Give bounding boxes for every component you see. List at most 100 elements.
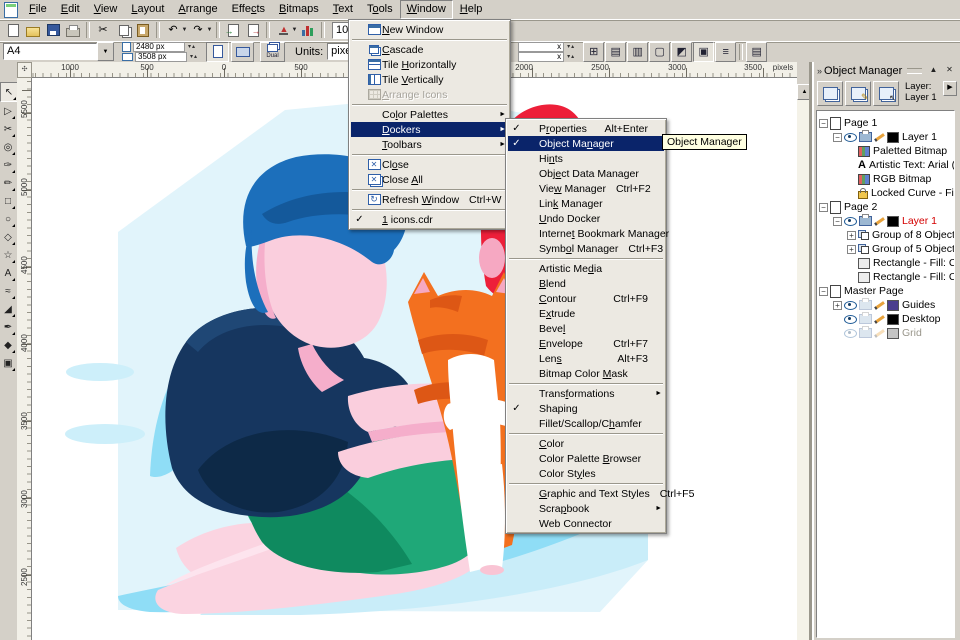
tree-toggle[interactable]: −: [833, 133, 842, 142]
dockers-item-scrapbook[interactable]: Scrapbook►: [508, 501, 664, 516]
window-menu-item-1-icons-cdr[interactable]: ✓1 icons.cdr: [351, 212, 508, 227]
outline-tool[interactable]: ✒: [0, 318, 16, 336]
pencil-icon[interactable]: [874, 301, 885, 310]
snap-option-button-0[interactable]: ⊞: [583, 42, 604, 62]
tree-row[interactable]: −Page 1: [817, 116, 954, 130]
window-menu-item-close[interactable]: Close: [351, 157, 508, 172]
dockers-item-web-connector[interactable]: Web Connector: [508, 516, 664, 531]
dockers-item-link-manager[interactable]: Link Manager: [508, 196, 664, 211]
tree-toggle[interactable]: +: [833, 301, 842, 310]
treat-as-filled-button[interactable]: ▤: [746, 42, 767, 62]
window-menu-item-toolbars[interactable]: Toolbars►: [351, 137, 508, 152]
landscape-button[interactable]: [231, 42, 254, 62]
print-icon[interactable]: [859, 328, 872, 338]
tree-row[interactable]: +Group of 8 Objects: [817, 228, 954, 242]
paper-type-dropdown-icon[interactable]: ▼: [97, 42, 114, 61]
dockers-item-graphic-and-text-styles[interactable]: Graphic and Text StylesCtrl+F5: [508, 486, 664, 501]
dockers-item-transformations[interactable]: Transformations►: [508, 386, 664, 401]
menubar-item-layout[interactable]: Layout: [124, 0, 171, 19]
canvas-vertical-scrollbar[interactable]: ▲: [797, 62, 812, 640]
snap-option-button-4[interactable]: ◩: [671, 42, 692, 62]
tree-row[interactable]: AArtistic Text: Arial (N: [817, 158, 954, 172]
snap-option-button-6[interactable]: ≡: [715, 42, 736, 62]
save-button[interactable]: [43, 21, 63, 40]
window-menu-item-color-palettes[interactable]: Color Palettes►: [351, 107, 508, 122]
tree-row[interactable]: Paletted Bitmap: [817, 144, 954, 158]
eye-icon[interactable]: [844, 133, 857, 142]
window-menu-item-arrange-icons[interactable]: Arrange Icons: [351, 87, 508, 102]
tree-toggle[interactable]: −: [819, 203, 828, 212]
menubar-item-arrange[interactable]: Arrange: [171, 0, 224, 19]
print-icon[interactable]: [859, 132, 872, 142]
freehand-tool[interactable]: ✑: [0, 156, 16, 174]
snap-option-button-5[interactable]: ▣: [693, 42, 714, 62]
menubar-item-effects[interactable]: Effects: [225, 0, 272, 19]
dockers-item-internet-bookmark-manager[interactable]: Internet Bookmark Manager: [508, 226, 664, 241]
export-button[interactable]: [243, 21, 263, 40]
window-menu-item-tile-horizontally[interactable]: Tile Horizontally: [351, 57, 508, 72]
window-menu-item-refresh-window[interactable]: Refresh WindowCtrl+W: [351, 192, 508, 207]
duplicate-distance-spinner[interactable]: ▾▴: [567, 53, 575, 60]
undo-button[interactable]: ↶: [163, 21, 183, 40]
dockers-item-shaping[interactable]: ✓Shaping: [508, 401, 664, 416]
menubar-item-view[interactable]: View: [87, 0, 125, 19]
portrait-button[interactable]: [206, 42, 229, 62]
pencil-icon[interactable]: [874, 329, 885, 338]
snap-option-button-2[interactable]: ▥: [627, 42, 648, 62]
ruler-origin-button[interactable]: ✣: [17, 62, 32, 78]
set-default-page-button[interactable]: Dual: [260, 42, 285, 62]
nudge-spinner[interactable]: ▾▴: [567, 43, 575, 50]
shape-tool[interactable]: ▷: [0, 102, 16, 120]
menubar-item-edit[interactable]: Edit: [54, 0, 87, 19]
menubar-item-tools[interactable]: Tools: [360, 0, 400, 19]
open-button[interactable]: [23, 21, 43, 40]
paper-type-combo[interactable]: A4 ▼: [3, 42, 114, 61]
text-tool[interactable]: A: [0, 264, 16, 282]
duplicate-distance-field[interactable]: x: [518, 52, 564, 62]
tree-toggle[interactable]: −: [819, 119, 828, 128]
dockers-item-blend[interactable]: Blend: [508, 276, 664, 291]
rectangle-tool[interactable]: □: [0, 192, 16, 210]
menubar-item-bitmaps[interactable]: Bitmaps: [272, 0, 326, 19]
scroll-up-button[interactable]: ▲: [797, 84, 812, 100]
tree-toggle[interactable]: +: [847, 231, 856, 240]
cut-button[interactable]: ✂: [93, 21, 113, 40]
paste-button[interactable]: [133, 21, 153, 40]
tree-row[interactable]: Rectangle - Fill: C:0: [817, 270, 954, 284]
eye-icon[interactable]: [844, 329, 857, 338]
menubar-item-file[interactable]: File: [22, 0, 54, 19]
window-menu-item-new-window[interactable]: New Window: [351, 22, 508, 37]
eye-icon[interactable]: [844, 301, 857, 310]
print-button[interactable]: [63, 21, 83, 40]
dockers-item-fillet-scallop-chamfer[interactable]: Fillet/Scallop/Chamfer: [508, 416, 664, 431]
dockers-item-extrude[interactable]: Extrude: [508, 306, 664, 321]
dockers-item-hints[interactable]: Hints: [508, 151, 664, 166]
interactive-blend-tool[interactable]: ≈: [0, 282, 16, 300]
tree-row[interactable]: Desktop: [817, 312, 954, 326]
copy-button[interactable]: [113, 21, 133, 40]
basic-shapes-tool[interactable]: ☆: [0, 246, 16, 264]
window-menu-item-tile-vertically[interactable]: Tile Vertically: [351, 72, 508, 87]
tree-row[interactable]: Locked Curve - Fill: (: [817, 186, 954, 200]
dockers-item-bevel[interactable]: Bevel: [508, 321, 664, 336]
dockers-item-artistic-media[interactable]: Artistic Media: [508, 261, 664, 276]
paper-width-field[interactable]: 2480 px: [133, 42, 185, 52]
print-icon[interactable]: [859, 216, 872, 226]
dockers-item-lens[interactable]: LensAlt+F3: [508, 351, 664, 366]
tree-toggle[interactable]: −: [819, 287, 828, 296]
redo-button[interactable]: ↷: [188, 21, 208, 40]
corel-online-button[interactable]: [298, 21, 318, 40]
tree-row[interactable]: −Layer 1: [817, 214, 954, 228]
pencil-icon[interactable]: [874, 315, 885, 324]
window-menu-item-cascade[interactable]: Cascade: [351, 42, 508, 57]
window-menu-item-dockers[interactable]: Dockers►: [351, 122, 508, 137]
ellipse-tool[interactable]: ○: [0, 210, 16, 228]
menubar-item-help[interactable]: Help: [453, 0, 490, 19]
paper-width-spinner[interactable]: ▾▴: [188, 43, 196, 50]
print-icon[interactable]: [859, 300, 872, 310]
docker-collapse-button[interactable]: ▲: [927, 64, 940, 77]
show-object-properties-button[interactable]: [817, 81, 843, 106]
edit-across-layers-button[interactable]: [845, 81, 871, 106]
eye-icon[interactable]: [844, 217, 857, 226]
dockers-item-properties[interactable]: ✓PropertiesAlt+Enter: [508, 121, 664, 136]
